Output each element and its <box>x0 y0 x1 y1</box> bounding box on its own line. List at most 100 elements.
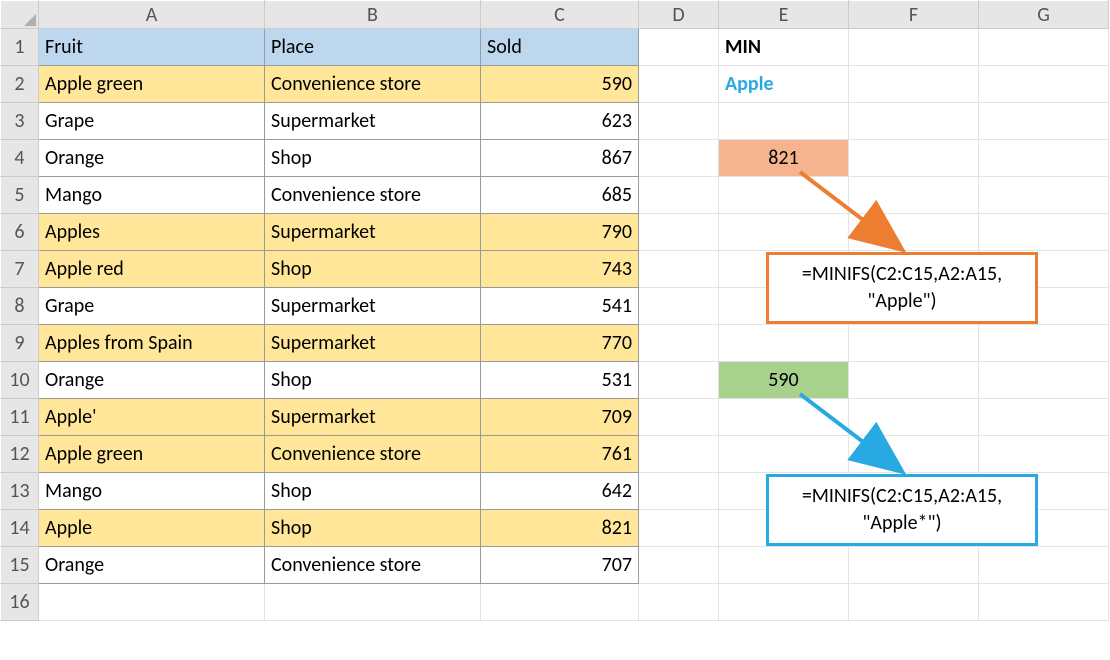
cell[interactable]: Apple green <box>39 436 265 473</box>
cell[interactable]: Supermarket <box>265 103 481 140</box>
cell[interactable] <box>639 510 719 547</box>
cell[interactable]: 709 <box>481 399 639 436</box>
cell[interactable]: Apples from Spain <box>39 325 265 362</box>
row-header-2[interactable]: 2 <box>1 66 39 103</box>
cell[interactable] <box>979 103 1109 140</box>
cell[interactable]: Convenience store <box>265 547 481 584</box>
cell[interactable] <box>849 362 979 399</box>
cell[interactable]: Shop <box>265 140 481 177</box>
cell[interactable]: 623 <box>481 103 639 140</box>
cell[interactable] <box>849 399 979 436</box>
cell[interactable] <box>639 214 719 251</box>
cell[interactable] <box>265 584 481 621</box>
cell[interactable]: Apple' <box>39 399 265 436</box>
cell[interactable] <box>849 436 979 473</box>
cell[interactable]: 541 <box>481 288 639 325</box>
cell[interactable] <box>639 325 719 362</box>
cell[interactable] <box>719 214 849 251</box>
cell[interactable] <box>979 399 1109 436</box>
row-header-4[interactable]: 4 <box>1 140 39 177</box>
cell[interactable]: Apple <box>719 66 849 103</box>
cell[interactable] <box>979 325 1109 362</box>
cell[interactable]: 743 <box>481 251 639 288</box>
row-header-13[interactable]: 13 <box>1 473 39 510</box>
cell[interactable]: Supermarket <box>265 214 481 251</box>
cell[interactable] <box>979 29 1109 66</box>
cell[interactable]: Convenience store <box>265 177 481 214</box>
cell[interactable] <box>639 177 719 214</box>
cell[interactable]: 761 <box>481 436 639 473</box>
column-header-D[interactable]: D <box>639 1 719 29</box>
cell[interactable]: Mango <box>39 177 265 214</box>
column-header-B[interactable]: B <box>265 1 481 29</box>
row-header-1[interactable]: 1 <box>1 29 39 66</box>
row-header-7[interactable]: 7 <box>1 251 39 288</box>
row-header-14[interactable]: 14 <box>1 510 39 547</box>
cell[interactable] <box>719 177 849 214</box>
cell[interactable] <box>639 29 719 66</box>
row-header-15[interactable]: 15 <box>1 547 39 584</box>
cell[interactable] <box>719 584 849 621</box>
cell[interactable] <box>639 399 719 436</box>
cell[interactable]: Place <box>265 29 481 66</box>
cell[interactable] <box>849 177 979 214</box>
cell[interactable] <box>639 288 719 325</box>
row-header-5[interactable]: 5 <box>1 177 39 214</box>
cell[interactable] <box>849 140 979 177</box>
cell[interactable] <box>979 214 1109 251</box>
cell[interactable]: Supermarket <box>265 288 481 325</box>
cell[interactable] <box>979 177 1109 214</box>
cell[interactable] <box>979 66 1109 103</box>
row-header-9[interactable]: 9 <box>1 325 39 362</box>
cell[interactable] <box>719 325 849 362</box>
cell[interactable]: Orange <box>39 362 265 399</box>
cell[interactable]: 707 <box>481 547 639 584</box>
cell[interactable] <box>719 436 849 473</box>
cell[interactable] <box>639 66 719 103</box>
cell[interactable]: 685 <box>481 177 639 214</box>
cell[interactable] <box>719 103 849 140</box>
cell[interactable]: Supermarket <box>265 325 481 362</box>
cell[interactable] <box>719 547 849 584</box>
cell[interactable]: Orange <box>39 547 265 584</box>
cell[interactable]: Shop <box>265 510 481 547</box>
row-header-11[interactable]: 11 <box>1 399 39 436</box>
cell[interactable]: Apple red <box>39 251 265 288</box>
cell[interactable]: 642 <box>481 473 639 510</box>
cell[interactable]: Apple <box>39 510 265 547</box>
column-header-F[interactable]: F <box>849 1 979 29</box>
cell[interactable] <box>639 473 719 510</box>
cell[interactable]: 770 <box>481 325 639 362</box>
cell[interactable]: Apples <box>39 214 265 251</box>
row-header-6[interactable]: 6 <box>1 214 39 251</box>
cell[interactable] <box>639 140 719 177</box>
cell[interactable]: Orange <box>39 140 265 177</box>
cell[interactable]: 790 <box>481 214 639 251</box>
cell[interactable] <box>849 66 979 103</box>
cell[interactable]: MIN <box>719 29 849 66</box>
cell[interactable] <box>979 547 1109 584</box>
cell[interactable]: Sold <box>481 29 639 66</box>
cell[interactable] <box>39 584 265 621</box>
cell[interactable]: 821 <box>481 510 639 547</box>
result-green-cell[interactable]: 590 <box>719 362 849 399</box>
cell[interactable]: Shop <box>265 473 481 510</box>
cell[interactable]: Shop <box>265 362 481 399</box>
cell[interactable] <box>639 436 719 473</box>
cell[interactable] <box>849 547 979 584</box>
cell[interactable] <box>639 362 719 399</box>
row-header-16[interactable]: 16 <box>1 584 39 621</box>
cell[interactable] <box>481 584 639 621</box>
cell[interactable] <box>849 325 979 362</box>
cell[interactable] <box>979 436 1109 473</box>
cell[interactable]: Grape <box>39 103 265 140</box>
cell[interactable] <box>639 547 719 584</box>
cell[interactable]: 590 <box>481 66 639 103</box>
cell[interactable] <box>849 29 979 66</box>
cell[interactable]: Convenience store <box>265 66 481 103</box>
cell[interactable] <box>979 140 1109 177</box>
column-header-C[interactable]: C <box>481 1 639 29</box>
column-header-A[interactable]: A <box>39 1 265 29</box>
cell[interactable] <box>719 399 849 436</box>
cell[interactable]: Apple green <box>39 66 265 103</box>
